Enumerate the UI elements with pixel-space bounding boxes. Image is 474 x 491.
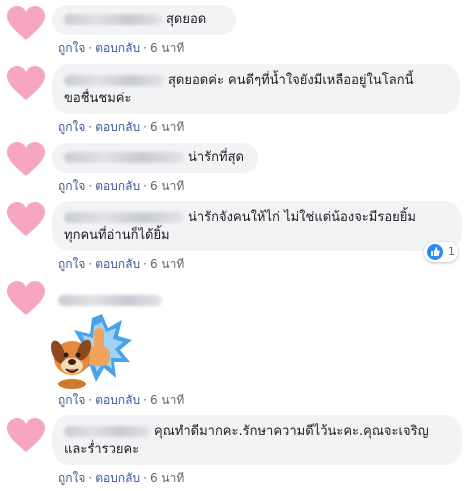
separator: · xyxy=(143,393,147,407)
comment-bubble: สุดยอดค่ะ คนดีๆที่น้ำใจยังมีเหลืออยู่ในโ… xyxy=(52,64,460,114)
separator: · xyxy=(143,179,147,193)
comment-text: สุดยอด xyxy=(166,12,207,27)
separator: · xyxy=(88,120,93,134)
heart-avatar-icon[interactable] xyxy=(6,66,46,102)
timestamp[interactable]: 6 นาที xyxy=(150,471,184,485)
like-link[interactable]: ถูกใจ xyxy=(58,393,85,407)
like-link[interactable]: ถูกใจ xyxy=(58,471,85,485)
reaction-summary[interactable]: 1 xyxy=(424,242,458,262)
dog-thumbs-up-sticker[interactable] xyxy=(50,312,132,390)
comment-bubble: น่ารักที่สุด xyxy=(52,143,258,173)
reaction-count: 1 xyxy=(448,245,455,258)
separator: · xyxy=(88,471,93,485)
comment-text-line-2: ขอชื่นชมค่ะ xyxy=(64,91,132,106)
comment-text-line-1: น่ารักจังคนให้ไก่ ไม่ใช่แต่น้องจะมีรอยยิ… xyxy=(188,210,416,225)
timestamp[interactable]: 6 นาที xyxy=(150,257,184,271)
separator: · xyxy=(143,41,147,55)
separator: · xyxy=(88,393,93,407)
comment-bubble: สุดยอด xyxy=(52,5,236,35)
author-name-blurred[interactable] xyxy=(58,290,166,309)
reply-link[interactable]: ตอบกลับ xyxy=(95,179,140,193)
like-reaction-icon xyxy=(427,244,443,260)
heart-avatar-icon[interactable] xyxy=(6,281,46,317)
separator: · xyxy=(88,179,93,193)
separator: · xyxy=(143,257,147,271)
comment-text-line-1: สุดยอดค่ะ คนดีๆที่น้ำใจยังมีเหลืออยู่ในโ… xyxy=(168,73,414,88)
author-name-blurred[interactable] xyxy=(64,75,164,86)
comment-text-line-1: คุณทำดีมากคะ.รักษาความดีไว้นะคะ.คุณจะเจร… xyxy=(154,424,429,439)
separator: · xyxy=(143,120,147,134)
reply-link[interactable]: ตอบกลับ xyxy=(95,41,140,55)
like-link[interactable]: ถูกใจ xyxy=(58,257,85,271)
reply-link[interactable]: ตอบกลับ xyxy=(95,471,140,485)
timestamp[interactable]: 6 นาที xyxy=(150,41,184,55)
heart-avatar-icon[interactable] xyxy=(6,202,46,238)
author-name-blurred[interactable] xyxy=(64,152,184,163)
like-link[interactable]: ถูกใจ xyxy=(58,41,85,55)
author-name-blurred[interactable] xyxy=(64,14,162,25)
reply-link[interactable]: ตอบกลับ xyxy=(95,120,140,134)
timestamp[interactable]: 6 นาที xyxy=(150,393,184,407)
like-link[interactable]: ถูกใจ xyxy=(58,179,85,193)
comment-bubble: น่ารักจังคนให้ไก่ ไม่ใช่แต่น้องจะมีรอยยิ… xyxy=(52,201,462,251)
reply-link[interactable]: ตอบกลับ xyxy=(95,393,140,407)
heart-avatar-icon[interactable] xyxy=(6,418,46,454)
comment-bubble: คุณทำดีมากคะ.รักษาความดีไว้นะคะ.คุณจะเจร… xyxy=(52,415,462,465)
author-name-blurred[interactable] xyxy=(64,426,150,437)
comment-text: น่ารักที่สุด xyxy=(188,150,244,165)
like-link[interactable]: ถูกใจ xyxy=(58,120,85,134)
comment-text-line-2: ทุกคนที่อ่านก็ได้ยิ้ม xyxy=(64,228,170,243)
timestamp[interactable]: 6 นาที xyxy=(150,120,184,134)
author-name-blurred[interactable] xyxy=(64,212,184,223)
separator: · xyxy=(88,257,93,271)
heart-avatar-icon[interactable] xyxy=(6,142,46,178)
heart-avatar-icon[interactable] xyxy=(6,6,46,42)
separator: · xyxy=(143,471,147,485)
reply-link[interactable]: ตอบกลับ xyxy=(95,257,140,271)
timestamp[interactable]: 6 นาที xyxy=(150,179,184,193)
comment-text-line-2: และร่ำรวยคะ xyxy=(64,442,140,457)
separator: · xyxy=(88,41,93,55)
